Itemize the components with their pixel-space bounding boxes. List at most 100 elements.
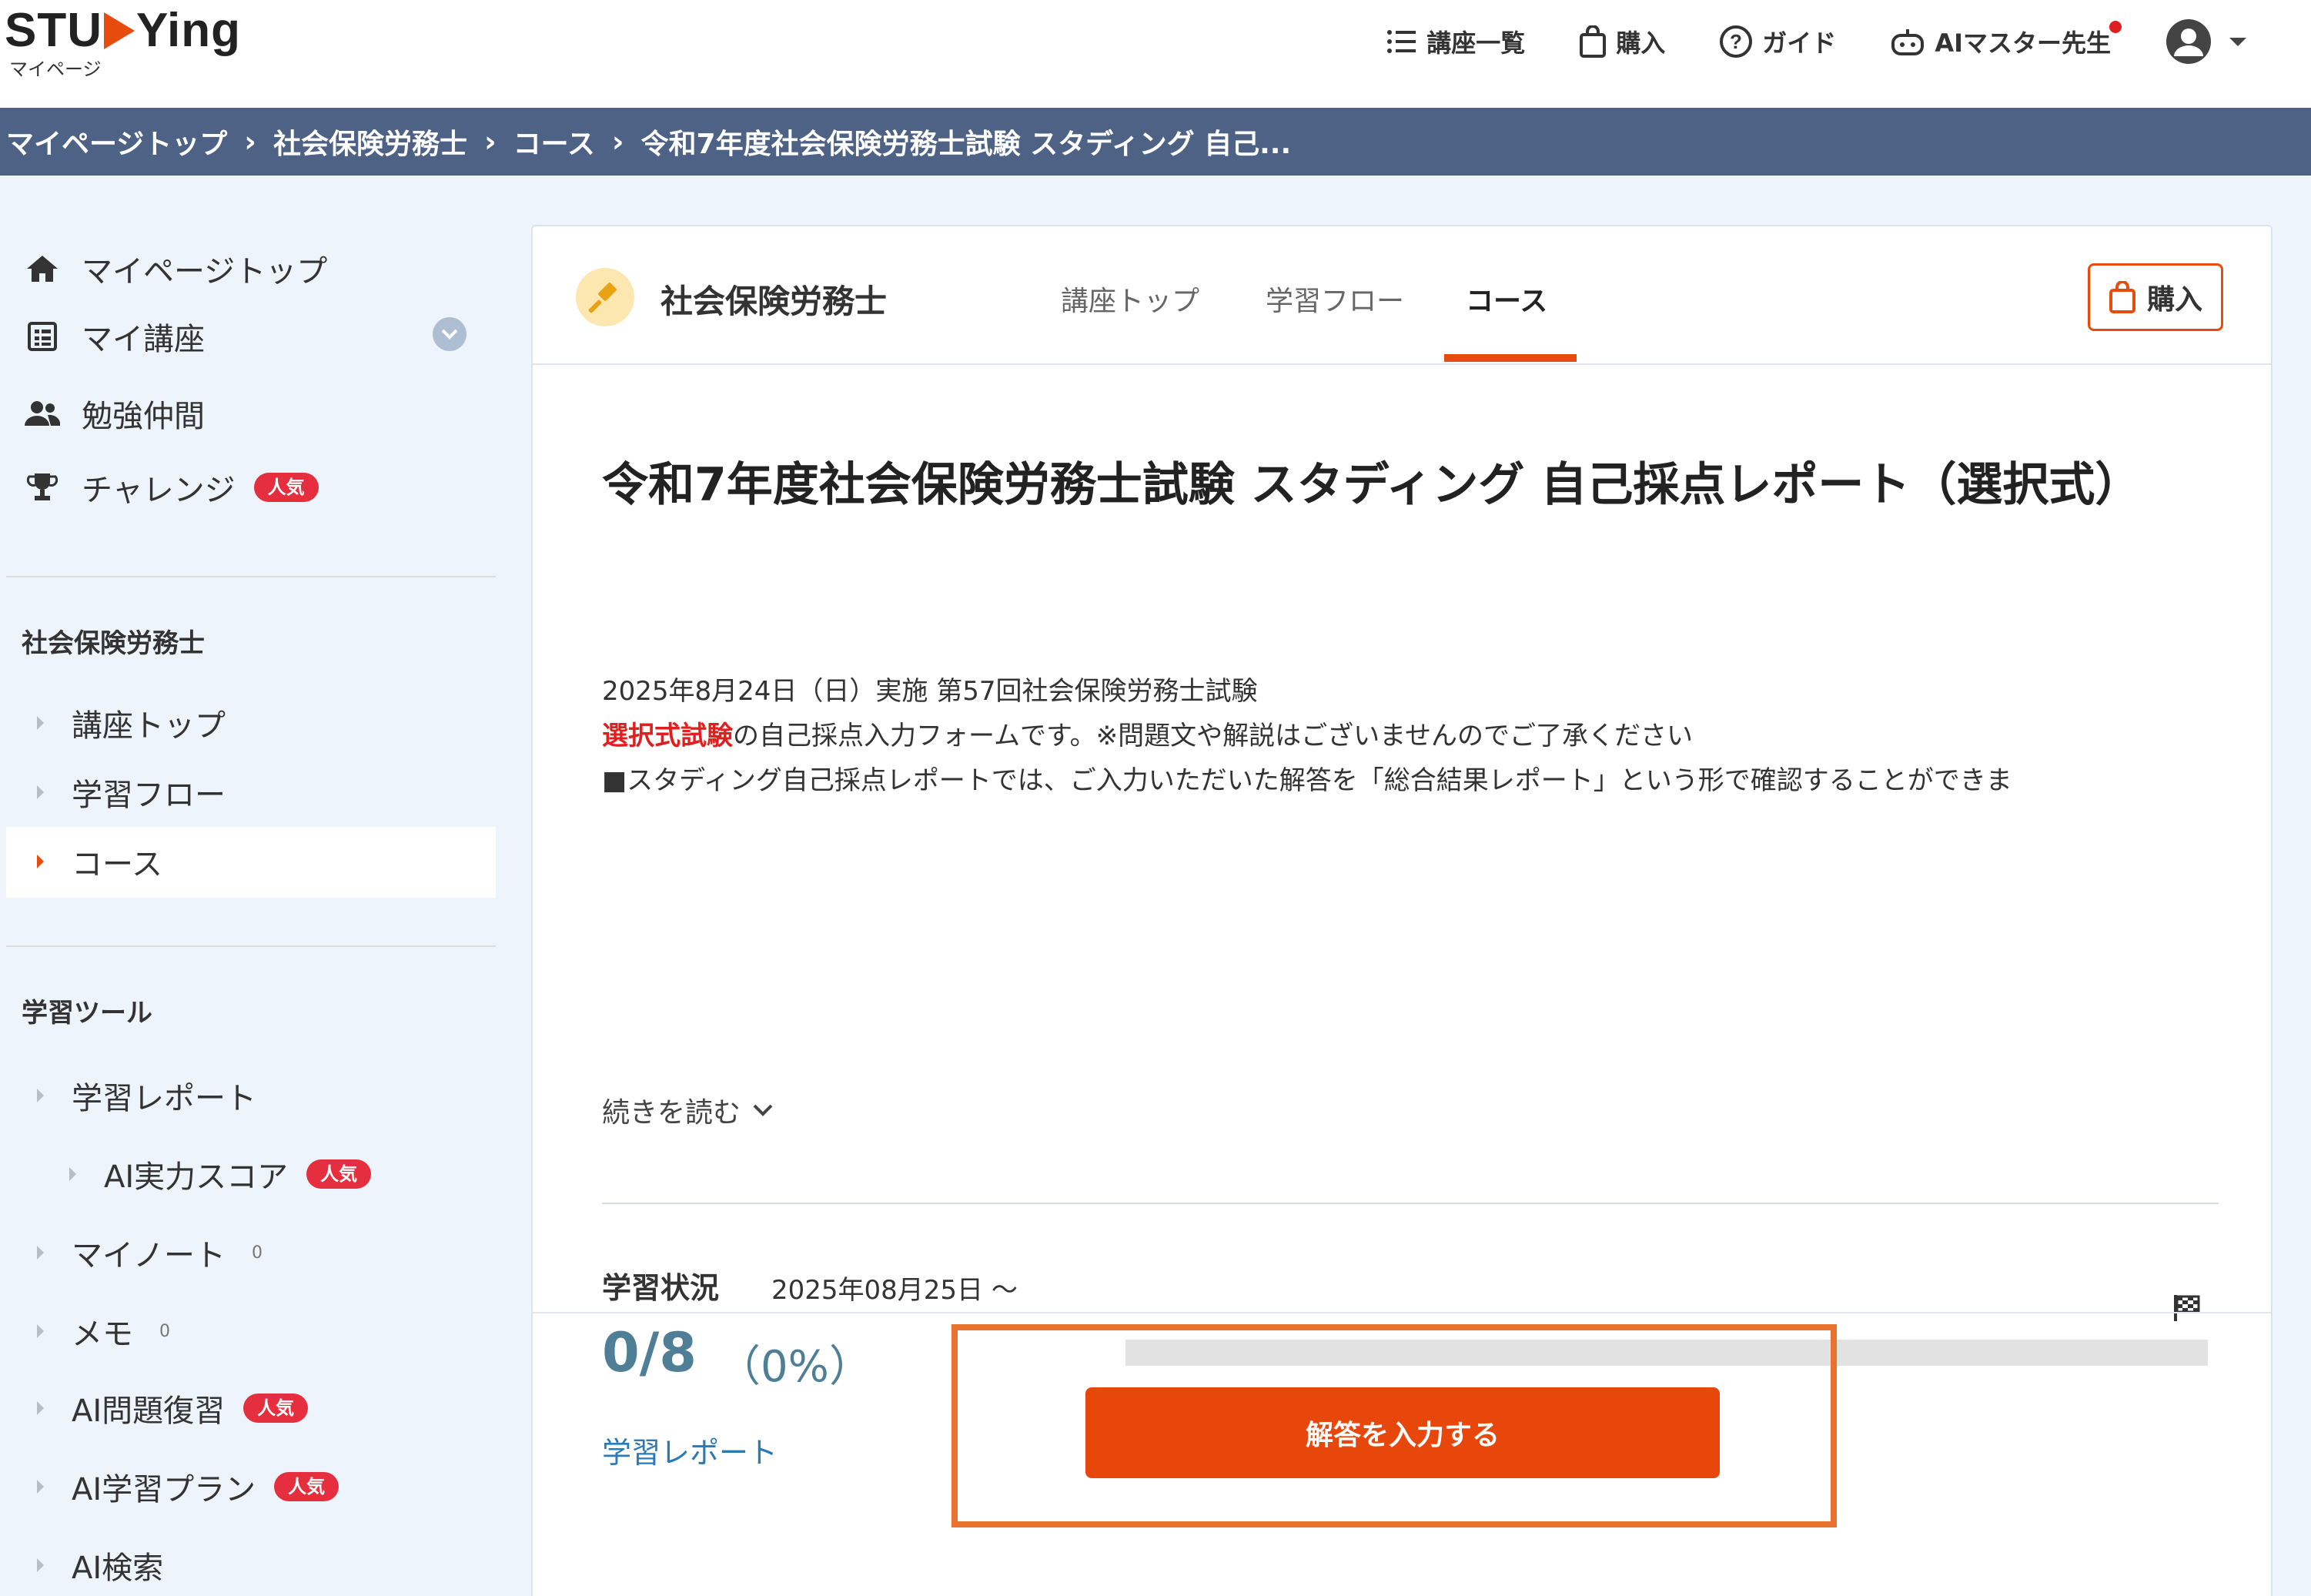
popular-badge: 人気	[253, 473, 319, 502]
sidebar-item-challenge[interactable]: チャレンジ 人気	[23, 465, 319, 510]
breadcrumb-mypage-top[interactable]: マイページトップ	[6, 122, 227, 162]
sidebar-item-label: 学習フロー	[72, 778, 226, 813]
sidebar-item-study-report[interactable]: 学習レポート	[37, 1073, 256, 1118]
breadcrumb-current: 令和7年度社会保険労務士試験 スタディング 自己...	[640, 129, 1292, 160]
progress-percent: （0%）	[717, 1342, 872, 1392]
purchase-label: 購入	[2146, 284, 2202, 316]
course-name: 社会保険労務士	[661, 283, 888, 320]
logo-text-right: Ying	[136, 4, 242, 57]
app-header: STU Ying マイページ 講座一覧 購入 ? ガイド AIマスター先生	[0, 0, 2311, 108]
sidebar-item-label: マイノート	[72, 1238, 226, 1273]
chevron-down-icon	[753, 1104, 773, 1116]
popular-badge: 人気	[243, 1394, 309, 1423]
read-more-toggle[interactable]: 続きを読む	[602, 1090, 774, 1130]
read-more-label: 続きを読む	[602, 1097, 741, 1129]
tab-study-flow[interactable]: 学習フロー	[1266, 279, 1404, 319]
course-header: 社会保険労務士 講座トップ 学習フロー コース 購入	[533, 226, 2271, 365]
sidebar-item-label: 勉強仲間	[82, 399, 205, 434]
logo-text-left: STU	[5, 4, 102, 57]
sidebar-item-ai-plan[interactable]: AI学習プラン 人気	[37, 1464, 339, 1509]
expand-my-courses-button[interactable]	[433, 317, 467, 351]
sidebar-item-label: AI問題復習	[72, 1394, 226, 1429]
breadcrumb: マイページトップ › 社会保険労務士 › コース › 令和7年度社会保険労務士試…	[0, 108, 2311, 176]
breadcrumb-separator: ›	[483, 125, 497, 159]
breadcrumb-separator: ›	[244, 125, 256, 159]
caret-right-icon	[37, 1480, 44, 1494]
svg-text:?: ?	[1730, 30, 1742, 53]
help-circle-icon: ?	[1720, 25, 1753, 58]
caret-right-icon	[37, 855, 44, 868]
shopping-bag-icon	[1580, 25, 1607, 58]
description-line: 2025年8月24日（日）実施 第57回社会保険労務士試験	[602, 676, 1258, 707]
avatar-icon	[2166, 19, 2211, 64]
sidebar-item-study-flow[interactable]: 学習フロー	[37, 770, 226, 815]
trophy-icon	[23, 468, 62, 507]
chevron-down-icon	[441, 329, 458, 340]
sidebar-item-label: AI学習プラン	[72, 1472, 256, 1507]
nav-course-list[interactable]: 講座一覧	[1386, 24, 1525, 59]
account-menu[interactable]	[2165, 18, 2249, 65]
sidebar-item-study-buddies[interactable]: 勉強仲間	[23, 391, 205, 436]
nav-purchase[interactable]: 購入	[1579, 24, 1665, 59]
caret-right-icon	[37, 716, 44, 730]
sidebar-item-ai-score[interactable]: AI実力スコア 人気	[69, 1152, 372, 1196]
sidebar-item-label: AI実力スコア	[104, 1159, 289, 1195]
panel-footer-divider	[533, 1312, 2271, 1313]
people-icon	[23, 394, 62, 433]
caret-right-icon	[37, 785, 44, 799]
notes-count: 0	[252, 1243, 263, 1263]
active-tab-indicator	[1444, 354, 1577, 362]
notification-dot	[2109, 21, 2122, 33]
caret-right-icon	[37, 1089, 44, 1102]
description-text: の自己採点入力フォームです。※問題文や解説はございませんのでご了承ください	[733, 721, 1694, 751]
play-icon	[104, 12, 135, 49]
sidebar-item-label: 講座トップ	[72, 708, 226, 744]
enter-answer-button[interactable]: 解答を入力する	[1085, 1387, 1720, 1478]
list-icon	[1387, 30, 1416, 53]
sidebar-item-label: AI検索	[72, 1551, 164, 1586]
sidebar-item-label: チャレンジ	[82, 473, 236, 508]
caret-right-icon	[37, 1246, 44, 1260]
sidebar-section-heading: 社会保険労務士	[22, 628, 205, 659]
breadcrumb-sharoushi[interactable]: 社会保険労務士	[273, 122, 467, 162]
studying-logo[interactable]: STU Ying マイページ	[5, 3, 241, 81]
progress-count: 0/8	[602, 1321, 697, 1384]
breadcrumb-course[interactable]: コース	[513, 122, 595, 162]
sidebar-divider	[6, 576, 496, 577]
sidebar-item-my-courses[interactable]: マイ講座	[23, 314, 205, 359]
caret-right-icon	[37, 1401, 44, 1415]
caret-right-icon	[37, 1558, 44, 1572]
tab-course-top[interactable]: 講座トップ	[1061, 279, 1199, 319]
sidebar-item-mypage-top[interactable]: マイページトップ	[23, 246, 327, 291]
sidebar-item-course[interactable]: コース	[37, 839, 162, 884]
sidebar-item-ai-review[interactable]: AI問題復習 人気	[37, 1386, 309, 1430]
nav-ai-master[interactable]: AIマスター先生	[1890, 21, 2122, 59]
purchase-button[interactable]: 購入	[2088, 263, 2223, 331]
tab-course[interactable]: コース	[1466, 279, 1547, 319]
sidebar-item-label: メモ	[72, 1317, 133, 1352]
popular-badge: 人気	[274, 1472, 339, 1501]
nav-guide[interactable]: ? ガイド	[1719, 24, 1836, 59]
sidebar-section-heading: 学習ツール	[22, 998, 152, 1029]
sidebar-item-my-notes[interactable]: マイノート 0	[37, 1230, 263, 1275]
sidebar-item-ai-search[interactable]: AI検索	[37, 1543, 163, 1588]
nav-label: AIマスター先生	[1935, 28, 2111, 58]
section-divider	[602, 1203, 2219, 1204]
page-title: 令和7年度社会保険労務士試験 スタディング 自己採点レポート（選択式）	[602, 458, 2142, 512]
sidebar-item-memo[interactable]: メモ 0	[37, 1309, 170, 1353]
top-nav: 講座一覧 購入 ? ガイド AIマスター先生	[1333, 17, 2249, 66]
chevron-down-icon	[2229, 38, 2246, 46]
nav-label: 購入	[1616, 28, 1666, 58]
nav-label: 講座一覧	[1426, 28, 1526, 58]
gavel-icon	[576, 268, 634, 326]
shopping-bag-icon	[2109, 281, 2135, 313]
sidebar-item-course-top[interactable]: 講座トップ	[37, 701, 226, 745]
sidebar-item-label: コース	[72, 847, 162, 882]
home-icon	[23, 249, 62, 288]
study-report-link[interactable]: 学習レポート	[602, 1429, 778, 1471]
memo-count: 0	[159, 1321, 170, 1341]
caret-right-icon	[37, 1324, 44, 1338]
sidebar-divider	[6, 945, 496, 947]
study-status-label: 学習状況	[602, 1271, 720, 1305]
study-status-date: 2025年08月25日 ～	[771, 1275, 1018, 1306]
